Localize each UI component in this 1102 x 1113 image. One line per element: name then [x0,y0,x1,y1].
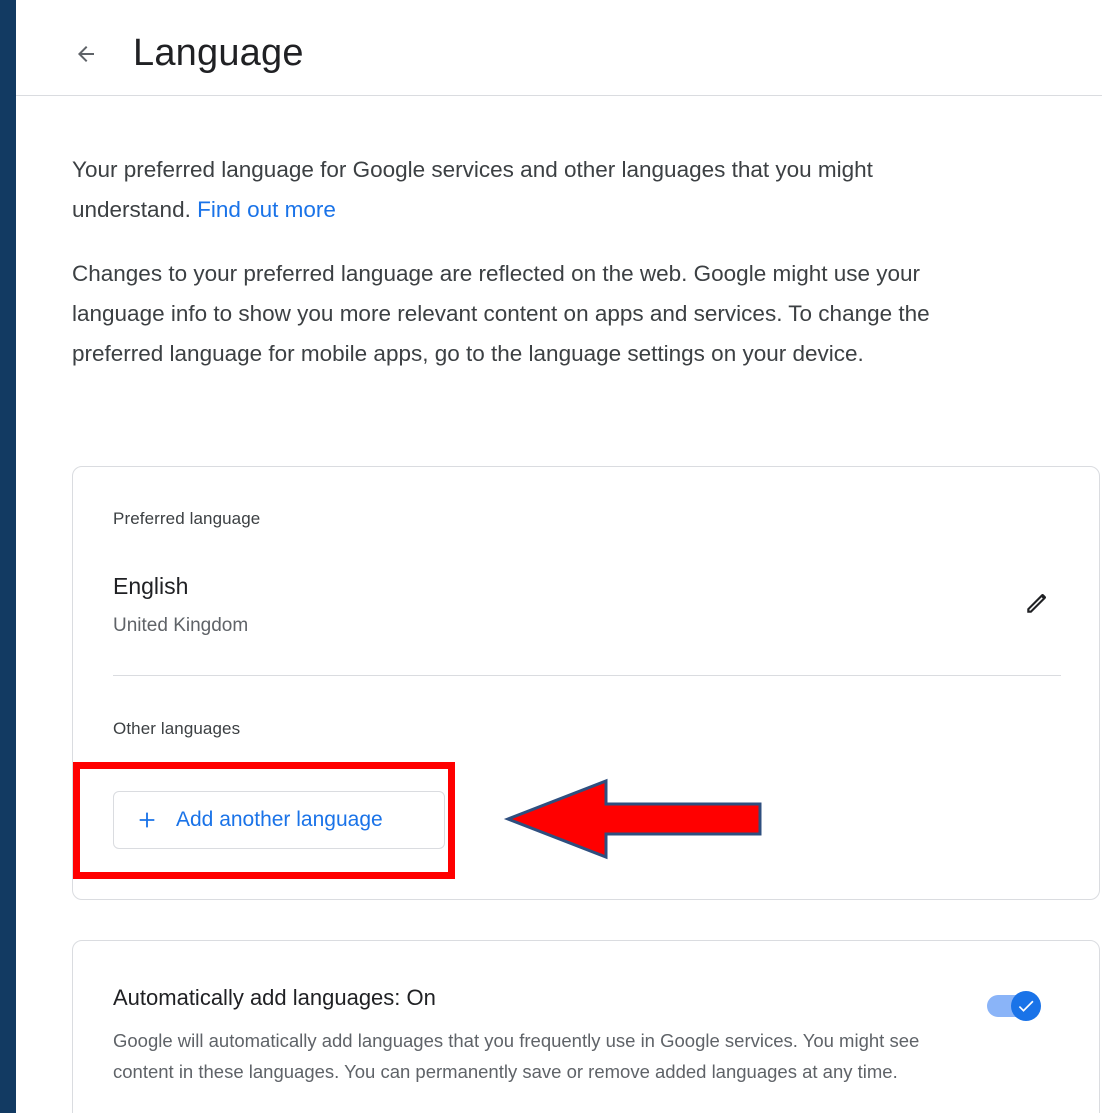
auto-add-languages-card: Automatically add languages: On Google w… [72,940,1100,1113]
intro-description: Your preferred language for Google servi… [72,157,873,222]
preferred-language-label: Preferred language [113,509,261,528]
back-button[interactable] [66,34,106,74]
language-settings-page: Language Your preferred language for Goo… [16,0,1102,1113]
annotation-arrow-icon [503,778,762,860]
edit-preferred-language-button[interactable] [1017,583,1057,623]
plus-icon [136,809,158,831]
checkmark-icon [1018,1000,1034,1012]
preferred-language-region: United Kingdom [113,615,249,636]
auto-add-description: Google will automatically add languages … [113,1030,920,1082]
pencil-icon [1027,594,1046,613]
preferred-language-name: English [113,573,189,599]
add-another-language-label: Add another language [176,808,383,831]
find-out-more-link[interactable]: Find out more [197,197,336,222]
intro-text: Your preferred language for Google servi… [72,150,992,230]
page-title: Language [133,32,304,74]
other-languages-label: Other languages [113,719,241,738]
page-header: Language [16,0,1102,96]
notice-text: Changes to your preferred language are r… [72,261,930,366]
toggle-thumb [1011,991,1041,1021]
auto-add-toggle[interactable] [987,991,1043,1021]
auto-add-title: Automatically add languages: On [113,985,436,1010]
divider [113,675,1061,676]
arrow-back-icon [78,46,94,62]
add-another-language-button[interactable]: Add another language [113,791,445,849]
